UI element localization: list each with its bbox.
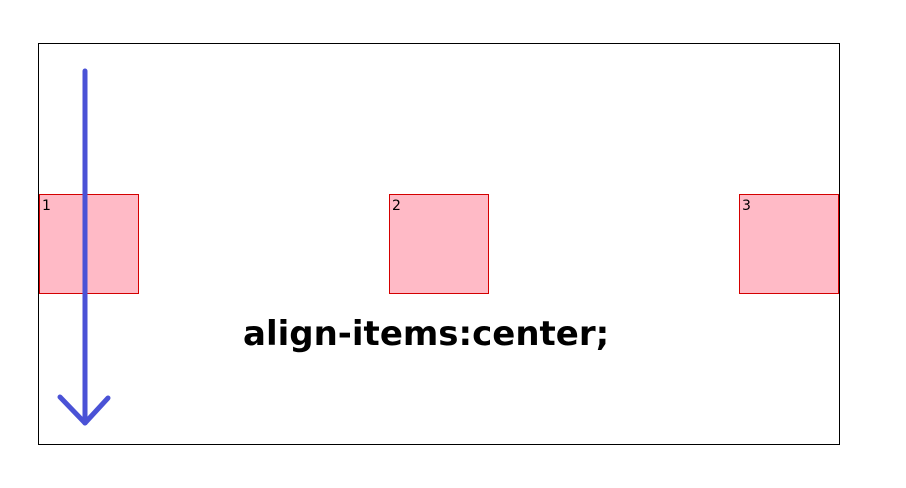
flex-item-1-label: 1 — [42, 198, 51, 214]
flex-container: 1 2 3 — [38, 43, 840, 445]
flex-item-1: 1 — [39, 194, 139, 294]
flex-item-3-label: 3 — [742, 198, 751, 214]
flex-item-2-label: 2 — [392, 198, 401, 214]
diagram-stage: 1 2 3 align-items:center; — [0, 0, 906, 488]
flex-item-3: 3 — [739, 194, 839, 294]
flex-item-2: 2 — [389, 194, 489, 294]
caption-text: align-items:center; — [243, 314, 610, 354]
